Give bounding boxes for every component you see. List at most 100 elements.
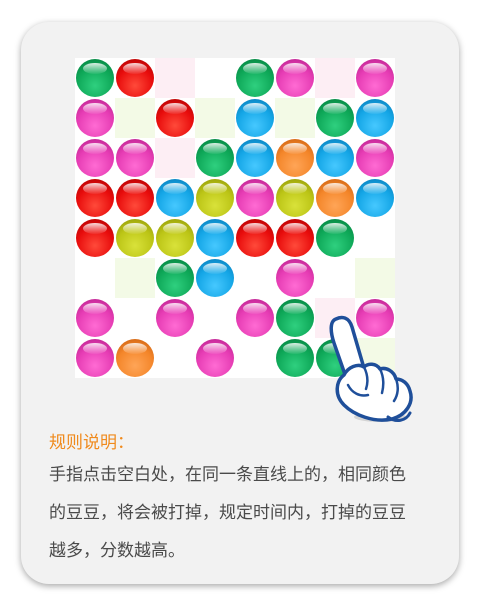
red-bean — [76, 219, 114, 257]
board-cell[interactable] — [75, 98, 115, 138]
blue-bean — [236, 139, 274, 177]
green-bean — [276, 339, 314, 377]
empty-cell[interactable] — [195, 98, 235, 138]
empty-cell[interactable] — [275, 98, 315, 138]
board-cell[interactable] — [195, 138, 235, 178]
board-cell[interactable] — [195, 218, 235, 258]
rules-title: 规则说明： — [49, 433, 134, 453]
yellow-bean — [116, 219, 154, 257]
board-cell[interactable] — [115, 338, 155, 378]
orange-bean — [276, 139, 314, 177]
pink-bean — [76, 139, 114, 177]
pink-bean — [116, 139, 154, 177]
board-cell[interactable] — [75, 218, 115, 258]
board-cell[interactable] — [275, 338, 315, 378]
red-bean — [76, 179, 114, 217]
board-cell[interactable] — [155, 98, 195, 138]
board-cell[interactable] — [315, 178, 355, 218]
board-cell[interactable] — [75, 298, 115, 338]
board-cell[interactable] — [275, 218, 315, 258]
board-cell[interactable] — [75, 58, 115, 98]
pointing-hand-icon — [329, 315, 413, 422]
blue-bean — [156, 179, 194, 217]
board-cell[interactable] — [195, 338, 235, 378]
board-cell[interactable] — [195, 258, 235, 298]
board-cell[interactable] — [315, 138, 355, 178]
board-cell[interactable] — [275, 58, 315, 98]
empty-cell[interactable] — [315, 58, 355, 98]
board-cell[interactable] — [115, 58, 155, 98]
blue-bean — [356, 179, 394, 217]
pink-bean — [356, 59, 394, 97]
green-bean — [236, 59, 274, 97]
red-bean — [156, 99, 194, 137]
empty-cell[interactable] — [315, 258, 355, 298]
board-cell[interactable] — [155, 258, 195, 298]
blue-bean — [236, 99, 274, 137]
empty-cell[interactable] — [235, 258, 275, 298]
blue-bean — [356, 99, 394, 137]
board-cell[interactable] — [235, 98, 275, 138]
board-cell[interactable] — [115, 178, 155, 218]
yellow-bean — [276, 179, 314, 217]
green-bean — [316, 219, 354, 257]
yellow-bean — [156, 219, 194, 257]
board-cell[interactable] — [75, 138, 115, 178]
red-bean — [276, 219, 314, 257]
empty-cell[interactable] — [155, 138, 195, 178]
empty-cell[interactable] — [355, 258, 395, 298]
empty-cell[interactable] — [195, 58, 235, 98]
board-cell[interactable] — [235, 298, 275, 338]
board-cell[interactable] — [75, 178, 115, 218]
empty-cell[interactable] — [155, 58, 195, 98]
board-cell[interactable] — [275, 258, 315, 298]
pink-bean — [236, 299, 274, 337]
board-cell[interactable] — [155, 178, 195, 218]
board-cell[interactable] — [75, 338, 115, 378]
green-bean — [316, 99, 354, 137]
pink-bean — [276, 259, 314, 297]
red-bean — [116, 59, 154, 97]
pink-bean — [196, 339, 234, 377]
pink-bean — [236, 179, 274, 217]
orange-bean — [316, 179, 354, 217]
empty-cell[interactable] — [115, 98, 155, 138]
rules-line: 的豆豆，将会被打掉，规定时间内，打掉的豆豆 — [49, 503, 406, 523]
empty-cell[interactable] — [75, 258, 115, 298]
board-cell[interactable] — [115, 218, 155, 258]
board-cell[interactable] — [355, 138, 395, 178]
board-cell[interactable] — [235, 218, 275, 258]
pink-bean — [76, 299, 114, 337]
board-cell[interactable] — [155, 298, 195, 338]
board-cell[interactable] — [355, 58, 395, 98]
pink-bean — [356, 139, 394, 177]
blue-bean — [196, 259, 234, 297]
empty-cell[interactable] — [355, 218, 395, 258]
red-bean — [116, 179, 154, 217]
pink-bean — [276, 59, 314, 97]
empty-cell[interactable] — [115, 298, 155, 338]
board-cell[interactable] — [235, 58, 275, 98]
board-cell[interactable] — [355, 98, 395, 138]
red-bean — [236, 219, 274, 257]
board-cell[interactable] — [275, 138, 315, 178]
empty-cell[interactable] — [195, 298, 235, 338]
board-cell[interactable] — [195, 178, 235, 218]
rules-line: 越多，分数越高。 — [49, 541, 185, 561]
board-cell[interactable] — [315, 98, 355, 138]
pink-bean — [76, 99, 114, 137]
empty-cell[interactable] — [115, 258, 155, 298]
rules-body: 手指点击空白处，在同一条直线上的，相同颜色 的豆豆，将会被打掉，规定时间内，打掉… — [49, 456, 439, 570]
board-cell[interactable] — [155, 218, 195, 258]
empty-cell[interactable] — [155, 338, 195, 378]
green-bean — [276, 299, 314, 337]
board-cell[interactable] — [235, 138, 275, 178]
board-cell[interactable] — [235, 178, 275, 218]
green-bean — [76, 59, 114, 97]
board-cell[interactable] — [355, 178, 395, 218]
empty-cell[interactable] — [235, 338, 275, 378]
board-cell[interactable] — [275, 298, 315, 338]
board-cell[interactable] — [315, 218, 355, 258]
board-cell[interactable] — [115, 138, 155, 178]
board-cell[interactable] — [275, 178, 315, 218]
